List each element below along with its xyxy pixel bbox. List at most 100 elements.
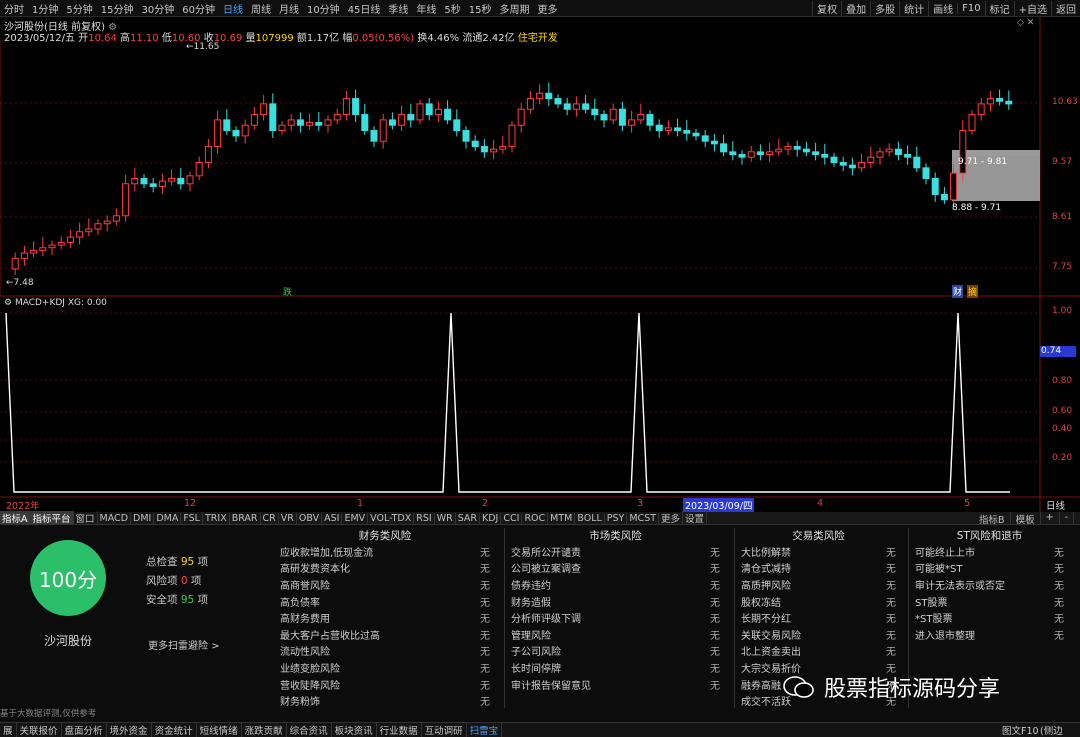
x-label: 12 bbox=[184, 498, 197, 509]
risk-item[interactable]: 长时间停牌 无 bbox=[505, 659, 726, 676]
risk-item[interactable]: 最大客户占营收比过高 无 bbox=[274, 626, 496, 643]
bottom-tab[interactable]: 互动调研 bbox=[422, 723, 467, 737]
candle-body bbox=[204, 146, 212, 164]
indicator-tab[interactable]: 指标平台 bbox=[30, 511, 74, 525]
candle-body bbox=[848, 164, 856, 169]
period-corner[interactable]: 日线 bbox=[1046, 498, 1065, 512]
indicator-tab[interactable]: MACD bbox=[98, 512, 132, 524]
indicator-tab[interactable]: CCI bbox=[501, 512, 523, 524]
indicator-tab[interactable]: 指标A bbox=[0, 511, 31, 525]
risk-item-status: 无 bbox=[710, 680, 720, 692]
indicator-tab[interactable]: KDJ bbox=[480, 512, 502, 524]
event-mark[interactable]: 跌 bbox=[283, 285, 292, 298]
risk-item[interactable]: 交易所公开谴责 无 bbox=[505, 543, 726, 560]
indicator-tab[interactable]: VOL-TDX bbox=[368, 512, 415, 524]
risk-item[interactable]: ST股票 无 bbox=[909, 593, 1070, 610]
risk-label: 风险项 bbox=[146, 575, 178, 587]
risk-item[interactable]: 可能被*ST 无 bbox=[909, 560, 1070, 577]
bottom-tab[interactable]: 关联报价 bbox=[17, 723, 62, 737]
risk-item[interactable]: 审计报告保留意见 无 bbox=[505, 676, 726, 693]
indicator-tab[interactable]: BOLL bbox=[575, 512, 605, 524]
candle-body bbox=[720, 143, 728, 153]
indicator-tab[interactable]: EMV bbox=[342, 512, 369, 524]
risk-item-label: 分析师评级下调 bbox=[511, 614, 581, 626]
risk-item[interactable]: 管理风险 无 bbox=[505, 626, 726, 643]
risk-item[interactable]: 业绩变脸风险 无 bbox=[274, 659, 496, 676]
indicator-tab[interactable]: DMA bbox=[154, 512, 182, 524]
indicator-tab[interactable]: FSL bbox=[181, 512, 203, 524]
candle-body bbox=[904, 154, 912, 158]
kline-chart[interactable] bbox=[0, 0, 1080, 512]
risk-item[interactable]: 债券违约 无 bbox=[505, 576, 726, 593]
risk-item[interactable]: 长期不分红 无 bbox=[735, 609, 902, 626]
candle-body bbox=[885, 148, 893, 153]
indicator-tab[interactable]: MTM bbox=[548, 512, 576, 524]
risk-item[interactable]: 分析师评级下调 无 bbox=[505, 609, 726, 626]
event-mark[interactable]: 财 bbox=[952, 285, 964, 298]
bottom-tab[interactable]: 行业数据 bbox=[377, 723, 422, 737]
bottom-tab[interactable]: 综合资讯 bbox=[287, 723, 332, 737]
indicator-tab[interactable]: 窗口 bbox=[74, 511, 98, 525]
bottom-tab[interactable]: 境外资金 bbox=[107, 723, 152, 737]
candle-body bbox=[223, 119, 231, 132]
bottom-tab[interactable]: 短线情绪 bbox=[197, 723, 242, 737]
sidebar-toggle[interactable]: (侧边栏») bbox=[1040, 723, 1080, 737]
risk-item[interactable]: 高财务费用 无 bbox=[274, 609, 496, 626]
risk-item[interactable]: 高商誉风险 无 bbox=[274, 576, 496, 593]
indicator-tab[interactable]: 设置 bbox=[683, 511, 708, 525]
risk-item[interactable]: 北上资金卖出 无 bbox=[735, 643, 902, 660]
candle-body bbox=[66, 236, 74, 243]
indicator-tab[interactable]: MCST bbox=[627, 512, 660, 524]
window-controls[interactable]: ◇ ✕ bbox=[1017, 18, 1034, 28]
indicator-tab[interactable]: WR bbox=[435, 512, 456, 524]
indicator-tab[interactable]: ASI bbox=[322, 512, 343, 524]
risk-item[interactable]: 子公司风险 无 bbox=[505, 643, 726, 660]
risk-item[interactable]: 进入退市整理 无 bbox=[909, 626, 1070, 643]
bottom-tab[interactable]: 展 bbox=[0, 723, 17, 737]
risk-item[interactable]: 公司被立案调查 无 bbox=[505, 560, 726, 577]
risk-item[interactable]: 财务粉饰 无 bbox=[274, 692, 496, 709]
risk-item[interactable]: 高负债率 无 bbox=[274, 593, 496, 610]
risk-item[interactable]: 可能终止上市 无 bbox=[909, 543, 1070, 560]
risk-item[interactable]: 高研发费资本化 无 bbox=[274, 560, 496, 577]
risk-item[interactable]: 应收款增加,低现金流 无 bbox=[274, 543, 496, 560]
candle-body bbox=[986, 98, 994, 105]
candle-body bbox=[526, 98, 534, 110]
indicator-tab[interactable]: SAR bbox=[456, 512, 481, 524]
bottom-tab[interactable]: 板块资讯 bbox=[332, 723, 377, 737]
safe-label: 安全项 bbox=[146, 594, 178, 606]
bottom-tab[interactable]: 盘面分析 bbox=[62, 723, 107, 737]
bottom-tab[interactable]: 扫雷宝 bbox=[467, 723, 503, 737]
f10-link[interactable]: 图文F10 bbox=[1002, 723, 1039, 737]
risk-item[interactable]: 流动性风险 无 bbox=[274, 643, 496, 660]
risk-item[interactable]: 审计无法表示或否定 无 bbox=[909, 576, 1070, 593]
risk-item[interactable]: *ST股票 无 bbox=[909, 609, 1070, 626]
more-scan-link[interactable]: 更多扫雷避险 > bbox=[148, 637, 220, 652]
indicator-icon[interactable]: ⚙ bbox=[4, 298, 12, 308]
bottom-tab[interactable]: 资金统计 bbox=[152, 723, 197, 737]
bottom-tabs: 展关联报价 盘面分析 境外资金 资金统计 短线情绪 涨跌贡献 综合资讯 板块资讯 行业数据 互动调… bbox=[0, 722, 1080, 737]
event-mark[interactable]: 摘 bbox=[967, 285, 979, 298]
risk-item[interactable]: 营收陡降风险 无 bbox=[274, 676, 496, 693]
risk-item[interactable]: 关联交易风险 无 bbox=[735, 626, 902, 643]
risk-item[interactable]: 高质押风险 无 bbox=[735, 576, 902, 593]
risk-item-status: 无 bbox=[886, 647, 896, 659]
candle-body bbox=[352, 98, 360, 116]
indicator-tab[interactable]: VR bbox=[279, 512, 297, 524]
ind-tick: 1.00 bbox=[1052, 306, 1073, 316]
indicator-tab[interactable]: OBV bbox=[297, 512, 323, 524]
indicator-tab[interactable]: 更多 bbox=[659, 511, 684, 525]
candle-body bbox=[158, 180, 166, 187]
indicator-tab[interactable]: BRAR bbox=[230, 512, 261, 524]
bottom-tab[interactable]: 涨跌贡献 bbox=[242, 723, 287, 737]
risk-item[interactable]: 财务造假 无 bbox=[505, 593, 726, 610]
risk-item[interactable]: 大比例解禁 无 bbox=[735, 543, 902, 560]
indicator-tab[interactable]: RSI bbox=[414, 512, 435, 524]
indicator-tab[interactable]: TRIX bbox=[203, 512, 230, 524]
indicator-tab[interactable]: PSY bbox=[605, 512, 628, 524]
indicator-tab[interactable]: CR bbox=[261, 512, 279, 524]
risk-item[interactable]: 清仓式减持 无 bbox=[735, 560, 902, 577]
indicator-tab[interactable]: ROC bbox=[522, 512, 549, 524]
risk-item[interactable]: 股权冻结 无 bbox=[735, 593, 902, 610]
indicator-tab[interactable]: DMI bbox=[131, 512, 155, 524]
